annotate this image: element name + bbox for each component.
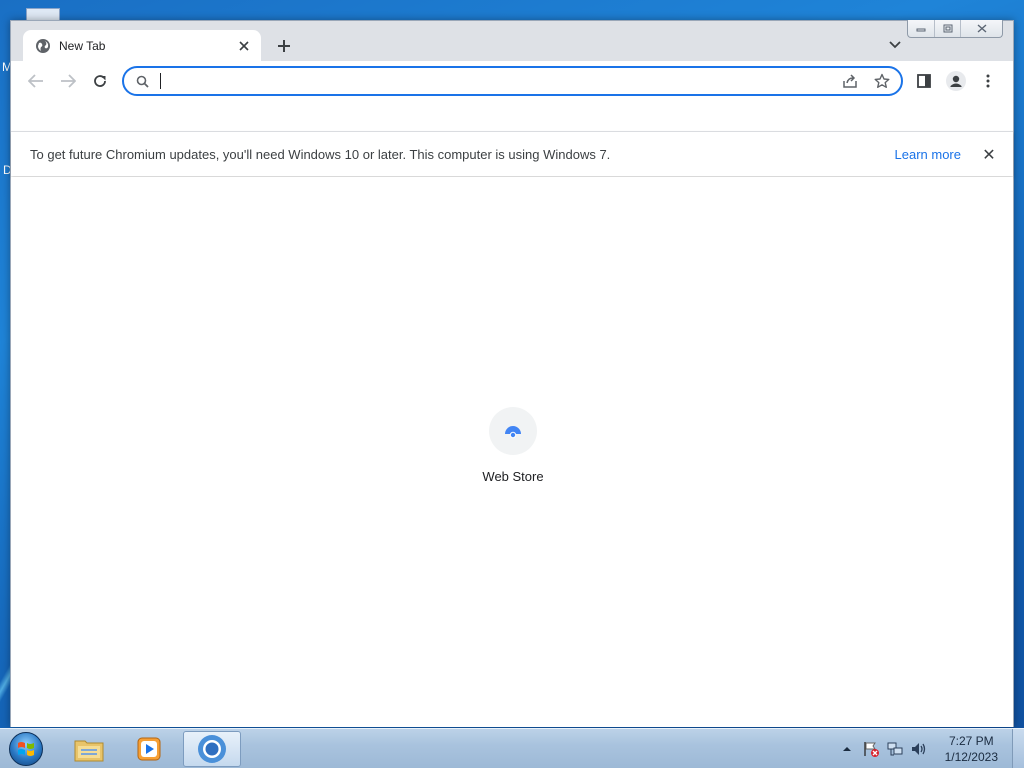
update-infobar: To get future Chromium updates, you'll n… xyxy=(11,131,1013,176)
close-icon[interactable] xyxy=(960,20,1002,37)
action-center-flag-icon[interactable] xyxy=(862,740,880,758)
start-button[interactable] xyxy=(6,730,46,768)
media-player-icon[interactable] xyxy=(120,731,178,767)
window-controls xyxy=(907,20,1003,38)
show-hidden-icons[interactable] xyxy=(838,740,856,758)
star-icon[interactable] xyxy=(869,70,895,92)
clock[interactable]: 7:27 PM 1/12/2023 xyxy=(945,733,998,765)
omnibox[interactable] xyxy=(122,66,903,96)
tab-title: New Tab xyxy=(59,38,106,53)
address-input[interactable] xyxy=(169,71,831,91)
profile-icon[interactable] xyxy=(943,68,969,94)
arrow-right-icon[interactable] xyxy=(55,68,81,94)
browser-window: New Tab To get future Chromium updates, … xyxy=(10,20,1014,727)
shortcut-label: Web Store xyxy=(482,469,544,484)
restore-icon[interactable] xyxy=(934,20,960,37)
new-tab-button[interactable] xyxy=(273,35,295,57)
shortcut-web-store[interactable]: Web Store xyxy=(463,407,563,497)
kebab-menu-icon[interactable] xyxy=(975,68,1001,94)
close-icon[interactable]: ✕ xyxy=(979,144,999,164)
system-tray: 7:27 PM 1/12/2023 xyxy=(835,729,1024,768)
share-icon[interactable] xyxy=(837,70,863,92)
learn-more-link[interactable]: Learn more xyxy=(895,147,961,162)
taskbar: 7:27 PM 1/12/2023 xyxy=(0,728,1024,768)
globe-icon xyxy=(35,38,51,54)
file-explorer-icon[interactable] xyxy=(60,731,118,767)
text-caret xyxy=(160,73,161,89)
reload-icon[interactable] xyxy=(87,68,113,94)
toolbar-spacer xyxy=(11,101,1013,131)
chevron-down-icon[interactable] xyxy=(885,35,905,55)
tab-new-tab[interactable]: New Tab xyxy=(23,30,261,61)
start-orb-icon xyxy=(9,732,43,766)
chromium-icon[interactable] xyxy=(183,731,241,767)
infobar-message: To get future Chromium updates, you'll n… xyxy=(30,146,611,162)
clock-date: 1/12/2023 xyxy=(944,750,998,764)
arrow-left-icon[interactable] xyxy=(23,68,49,94)
show-desktop-button[interactable] xyxy=(1012,729,1024,768)
search-icon xyxy=(134,73,150,89)
toolbar xyxy=(11,61,1013,101)
web-store-icon xyxy=(489,407,537,455)
tab-strip: New Tab xyxy=(11,20,1013,61)
close-icon[interactable] xyxy=(235,37,253,55)
side-panel-icon[interactable] xyxy=(911,68,937,94)
clock-time: 7:27 PM xyxy=(948,734,994,748)
minimize-icon[interactable] xyxy=(908,20,934,37)
new-tab-page: Web Store xyxy=(11,177,1013,727)
volume-icon[interactable] xyxy=(910,740,928,758)
network-icon[interactable] xyxy=(886,740,904,758)
